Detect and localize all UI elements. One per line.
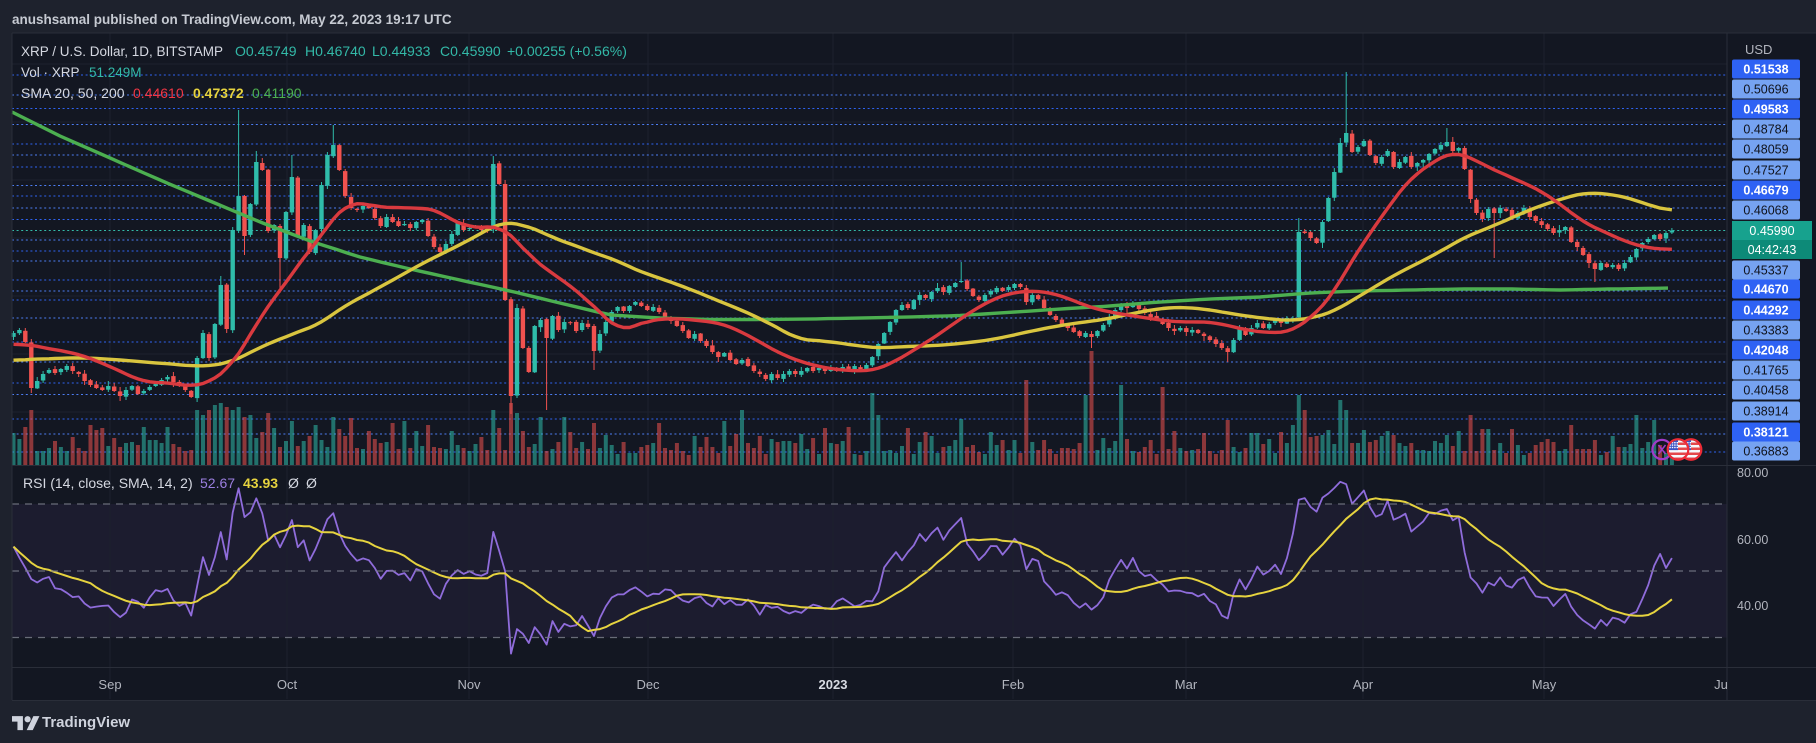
- svg-text:0.47527: 0.47527: [1743, 164, 1788, 178]
- svg-text:0.43383: 0.43383: [1743, 324, 1788, 338]
- svg-text:60.00: 60.00: [1737, 533, 1768, 547]
- svg-text:USD: USD: [1745, 42, 1772, 57]
- svg-text:O0.45749: O0.45749: [235, 43, 297, 59]
- svg-text:XRP / U.S. Dollar, 1D, BITSTAM: XRP / U.S. Dollar, 1D, BITSTAMP: [21, 44, 223, 59]
- svg-text:0.46068: 0.46068: [1743, 204, 1788, 218]
- svg-text:0.51538: 0.51538: [1743, 63, 1788, 77]
- svg-text:L0.44933: L0.44933: [372, 43, 431, 59]
- svg-text:0.40458: 0.40458: [1743, 384, 1788, 398]
- svg-text:80.00: 80.00: [1737, 466, 1768, 480]
- svg-text:Dec: Dec: [636, 677, 660, 692]
- svg-text:0.49583: 0.49583: [1743, 103, 1788, 117]
- svg-text:Oct: Oct: [277, 677, 298, 692]
- svg-text:0.41190: 0.41190: [252, 85, 302, 101]
- svg-text:0.44610: 0.44610: [133, 85, 184, 101]
- svg-text:0.46679: 0.46679: [1743, 184, 1788, 198]
- svg-text:Ju: Ju: [1714, 677, 1728, 692]
- svg-text:SMA 20, 50, 200: SMA 20, 50, 200: [21, 85, 125, 101]
- svg-text:0.44670: 0.44670: [1743, 283, 1788, 297]
- svg-text:Ø: Ø: [288, 475, 299, 491]
- svg-text:Apr: Apr: [1353, 677, 1374, 692]
- svg-text:2023: 2023: [819, 677, 848, 692]
- svg-text:0.45337: 0.45337: [1743, 264, 1788, 278]
- svg-text:Mar: Mar: [1175, 677, 1198, 692]
- svg-text:0.48059: 0.48059: [1743, 143, 1788, 157]
- svg-text:Nov: Nov: [457, 677, 481, 692]
- svg-text:0.36883: 0.36883: [1743, 445, 1788, 459]
- svg-text:Vol · XRP: Vol · XRP: [21, 65, 80, 80]
- svg-text:Sep: Sep: [98, 677, 121, 692]
- svg-text:0.42048: 0.42048: [1743, 344, 1788, 358]
- svg-text:0.38914: 0.38914: [1743, 405, 1788, 419]
- svg-text:0.47372: 0.47372: [193, 85, 244, 101]
- svg-text:0.48784: 0.48784: [1743, 123, 1788, 137]
- svg-text:Ø: Ø: [306, 475, 317, 491]
- svg-text:C0.45990: C0.45990: [440, 43, 501, 59]
- svg-text:RSI (14, close, SMA, 14, 2): RSI (14, close, SMA, 14, 2): [23, 475, 193, 491]
- svg-text:43.93: 43.93: [243, 475, 278, 491]
- svg-text:+0.00255 (+0.56%): +0.00255 (+0.56%): [507, 43, 627, 59]
- svg-text:0.50696: 0.50696: [1743, 83, 1788, 97]
- svg-text:51.249M: 51.249M: [89, 65, 142, 80]
- svg-text:anushsamal published on Tradin: anushsamal published on TradingView.com,…: [12, 12, 452, 27]
- svg-text:0.45990: 0.45990: [1749, 224, 1794, 238]
- svg-text:0.41765: 0.41765: [1743, 364, 1788, 378]
- svg-text:04:42:43: 04:42:43: [1748, 243, 1797, 257]
- svg-text:0.38121: 0.38121: [1743, 426, 1788, 440]
- svg-text:52.67: 52.67: [200, 475, 235, 491]
- svg-text:TradingView: TradingView: [42, 714, 130, 731]
- svg-text:May: May: [1532, 677, 1557, 692]
- svg-text:0.44292: 0.44292: [1743, 304, 1788, 318]
- svg-text:40.00: 40.00: [1737, 599, 1768, 613]
- svg-text:Feb: Feb: [1002, 677, 1024, 692]
- svg-text:H0.46740: H0.46740: [305, 43, 366, 59]
